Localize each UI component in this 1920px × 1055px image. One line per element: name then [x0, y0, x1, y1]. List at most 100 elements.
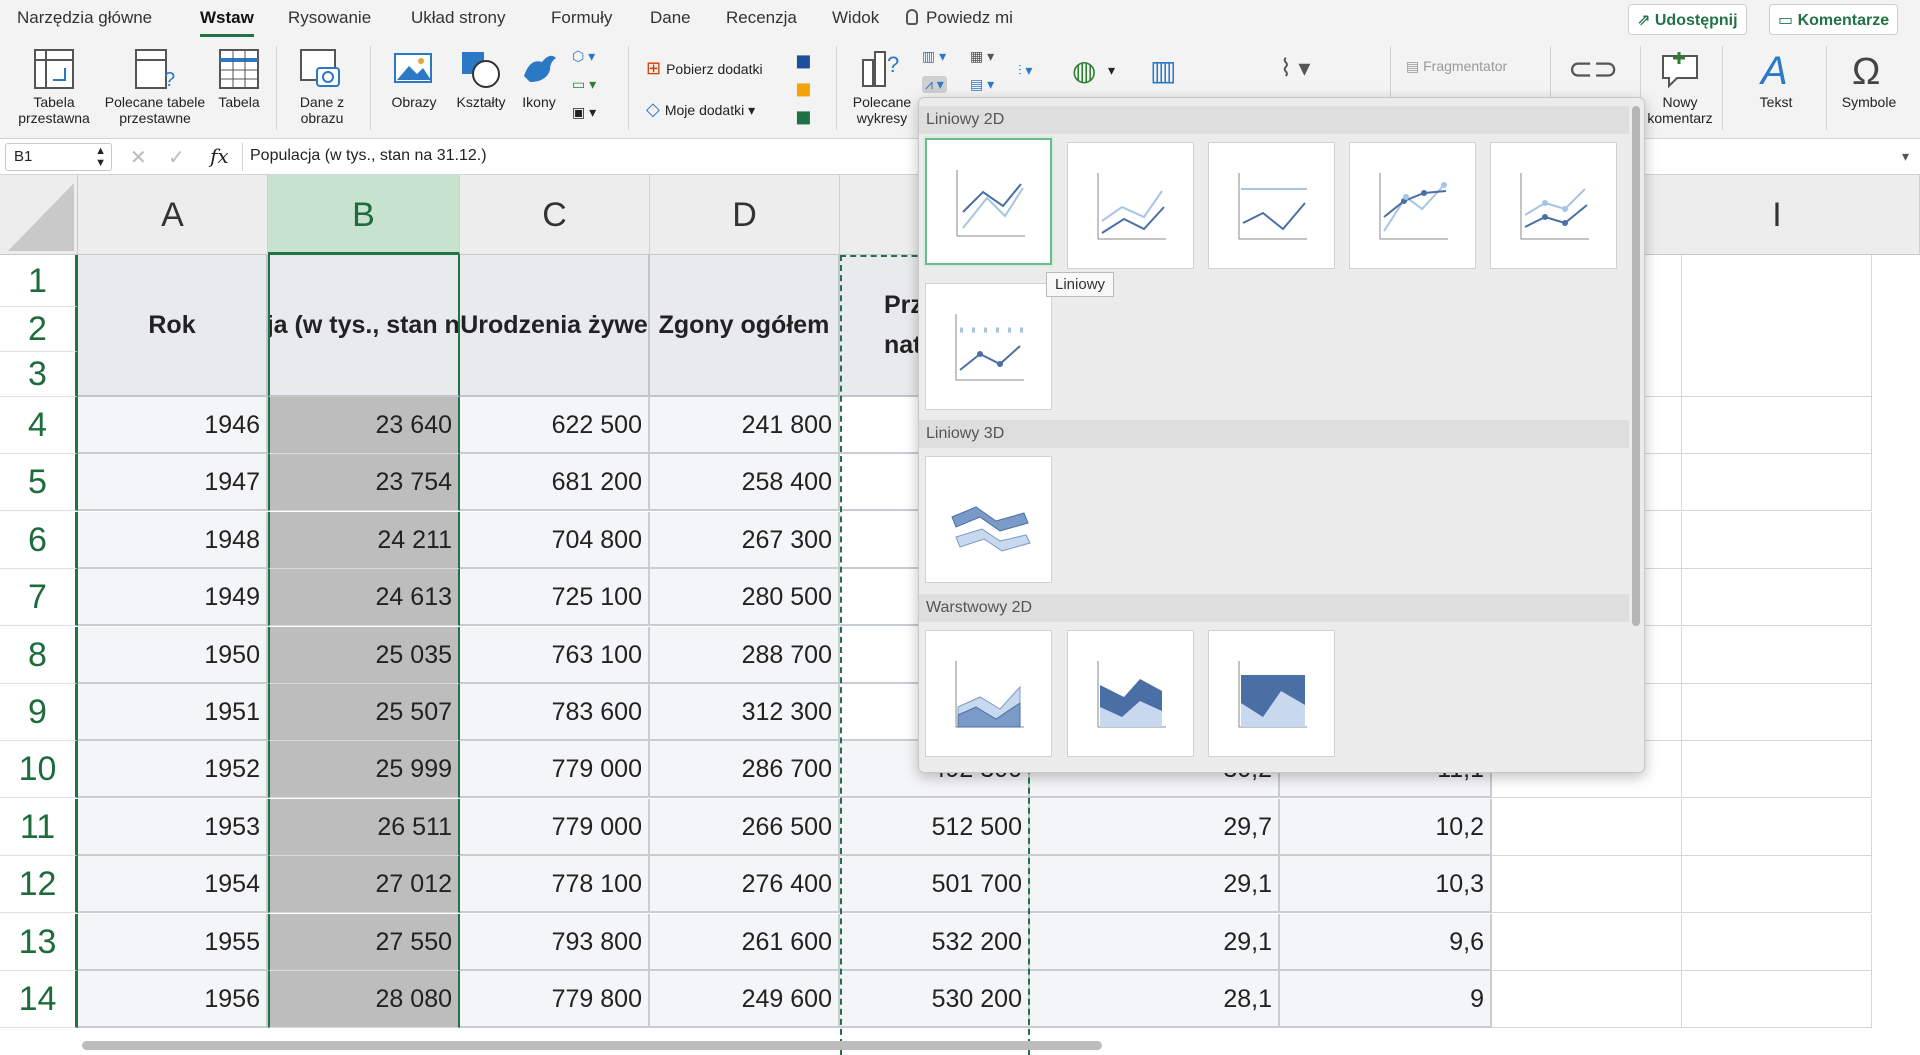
table-cell[interactable]: 1950 — [78, 626, 268, 684]
table-cell[interactable]: 26 511 — [268, 798, 460, 856]
select-all-corner[interactable] — [0, 175, 78, 255]
empty-cell[interactable] — [1682, 626, 1872, 684]
table-cell[interactable]: 530 200 — [840, 971, 1030, 1028]
symbols-button[interactable]: Ω Symbole — [1834, 48, 1904, 110]
row-header[interactable]: 14 — [0, 971, 78, 1028]
table-cell[interactable]: 532 200 — [840, 913, 1030, 971]
slicer-button[interactable]: ▤ Fragmentator — [1406, 58, 1507, 75]
table-cell[interactable]: 1952 — [78, 741, 268, 799]
maps-icon[interactable]: ◍ — [1072, 54, 1096, 87]
empty-cell[interactable] — [1682, 913, 1872, 971]
visio-icon[interactable]: ◼ — [795, 48, 812, 73]
chart-option-3d-line[interactable] — [925, 456, 1052, 583]
table-cell[interactable]: 258 400 — [650, 454, 840, 512]
pivot-chart-icon[interactable]: ▥ — [1150, 54, 1176, 87]
table-cell[interactable]: 25 507 — [268, 684, 460, 741]
tab-view[interactable]: Widok — [832, 8, 879, 28]
text-button[interactable]: A Tekst — [1740, 48, 1812, 110]
table-cell[interactable]: 312 300 — [650, 684, 840, 741]
table-cell[interactable]: 28 080 — [268, 971, 460, 1028]
table-cell[interactable]: 501 700 — [840, 856, 1030, 914]
table-cell[interactable]: 288 700 — [650, 626, 840, 684]
table-cell[interactable]: 1956 — [78, 971, 268, 1028]
comments-button[interactable]: ▭ Komentarze — [1769, 4, 1899, 35]
get-addins-button[interactable]: ⊞ Pobierz dodatki — [646, 58, 763, 79]
row-header[interactable]: 2 — [0, 307, 78, 352]
column-header-a[interactable]: A — [78, 175, 268, 255]
people-graph-icon[interactable]: ◼ — [795, 104, 812, 129]
table-cell[interactable]: 704 800 — [460, 511, 650, 569]
table-cell[interactable]: 1951 — [78, 684, 268, 741]
chart-option-stacked-line[interactable] — [1067, 142, 1194, 269]
table-cell[interactable]: 779 800 — [460, 971, 650, 1028]
row-header[interactable]: 6 — [0, 511, 78, 569]
table-cell[interactable]: 25 035 — [268, 626, 460, 684]
recommended-charts-button[interactable]: ? Polecane wykresy — [844, 48, 920, 126]
table-cell[interactable]: 793 800 — [460, 913, 650, 971]
recommended-pivot-button[interactable]: ? Polecane tabele przestawne — [100, 48, 210, 126]
table-cell[interactable]: 24 211 — [268, 511, 460, 569]
header-cell[interactable]: Zgony ogółem — [650, 255, 840, 397]
table-cell[interactable]: 1949 — [78, 569, 268, 627]
table-cell[interactable]: 1954 — [78, 856, 268, 914]
table-cell[interactable]: 10,2 — [1280, 798, 1492, 856]
table-cell[interactable]: 9 — [1280, 971, 1492, 1028]
3d-models-icon[interactable]: ⬡ ▾ — [572, 48, 595, 65]
expand-formula-icon[interactable]: ▾ — [1902, 148, 1909, 165]
table-cell[interactable]: 779 000 — [460, 798, 650, 856]
header-cell[interactable]: Populacja (w tys., stan na 31.12.) — [268, 255, 460, 397]
tab-insert[interactable]: Wstaw — [200, 8, 254, 37]
tab-data[interactable]: Dane — [650, 8, 691, 28]
link-icon[interactable]: ⊂⊃ — [1568, 52, 1618, 87]
tab-draw[interactable]: Rysowanie — [288, 8, 371, 28]
dropdown-scrollbar[interactable] — [1632, 106, 1640, 626]
confirm-icon[interactable]: ✓ — [168, 145, 185, 170]
table-cell[interactable]: 1955 — [78, 913, 268, 971]
empty-cell[interactable] — [1492, 798, 1682, 856]
table-cell[interactable]: 29,1 — [1030, 913, 1280, 971]
table-cell[interactable]: 1953 — [78, 798, 268, 856]
horizontal-scrollbar[interactable] — [82, 1041, 1102, 1050]
shapes-button[interactable]: Kształty — [450, 48, 512, 110]
name-box[interactable]: B1 ▲ ▼ — [5, 143, 112, 171]
column-header-c[interactable]: C — [460, 175, 650, 255]
table-cell[interactable]: 512 500 — [840, 798, 1030, 856]
table-cell[interactable]: 27 012 — [268, 856, 460, 914]
table-cell[interactable]: 24 613 — [268, 569, 460, 627]
my-addins-button[interactable]: ◇ Moje dodatki ▾ — [646, 99, 755, 120]
table-cell[interactable]: 28,1 — [1030, 971, 1280, 1028]
chart-option-line[interactable] — [925, 138, 1052, 265]
table-cell[interactable]: 276 400 — [650, 856, 840, 914]
table-cell[interactable]: 23 640 — [268, 397, 460, 454]
line-chart-icon[interactable]: ⩘ ▾ — [922, 76, 947, 93]
chart-option-stacked-line-markers[interactable] — [1490, 142, 1617, 269]
table-cell[interactable]: 10,3 — [1280, 856, 1492, 914]
table-cell[interactable]: 778 100 — [460, 856, 650, 914]
empty-cell[interactable] — [1682, 569, 1872, 627]
data-from-picture-button[interactable]: Dane z obrazu — [284, 48, 360, 126]
table-button[interactable]: Tabela — [214, 48, 264, 110]
chart-option-100-stacked-line-markers[interactable] — [925, 283, 1052, 410]
table-cell[interactable]: 783 600 — [460, 684, 650, 741]
table-cell[interactable]: 286 700 — [650, 741, 840, 799]
empty-cell[interactable] — [1492, 856, 1682, 914]
column-header-b[interactable]: B — [268, 175, 460, 255]
row-header[interactable]: 11 — [0, 798, 78, 856]
new-comment-button[interactable]: Nowy komentarz — [1644, 48, 1716, 126]
empty-cell[interactable] — [1682, 798, 1872, 856]
smartart-icon[interactable]: ▭ ▾ — [572, 76, 596, 93]
table-cell[interactable]: 1947 — [78, 454, 268, 512]
pictures-button[interactable]: Obrazy — [380, 48, 448, 110]
empty-cell[interactable] — [1682, 255, 1872, 397]
tab-review[interactable]: Recenzja — [726, 8, 797, 28]
table-cell[interactable]: 267 300 — [650, 511, 840, 569]
hierarchy-chart-icon[interactable]: ▦ ▾ — [970, 48, 994, 65]
table-cell[interactable]: 25 999 — [268, 741, 460, 799]
table-cell[interactable]: 1946 — [78, 397, 268, 454]
table-cell[interactable]: 9,6 — [1280, 913, 1492, 971]
empty-cell[interactable] — [1682, 856, 1872, 914]
chart-option-100-stacked-line[interactable] — [1208, 142, 1335, 269]
row-header[interactable]: 1 — [0, 255, 78, 307]
table-cell[interactable]: 29,7 — [1030, 798, 1280, 856]
chart-option-stacked-area[interactable] — [1067, 630, 1194, 757]
